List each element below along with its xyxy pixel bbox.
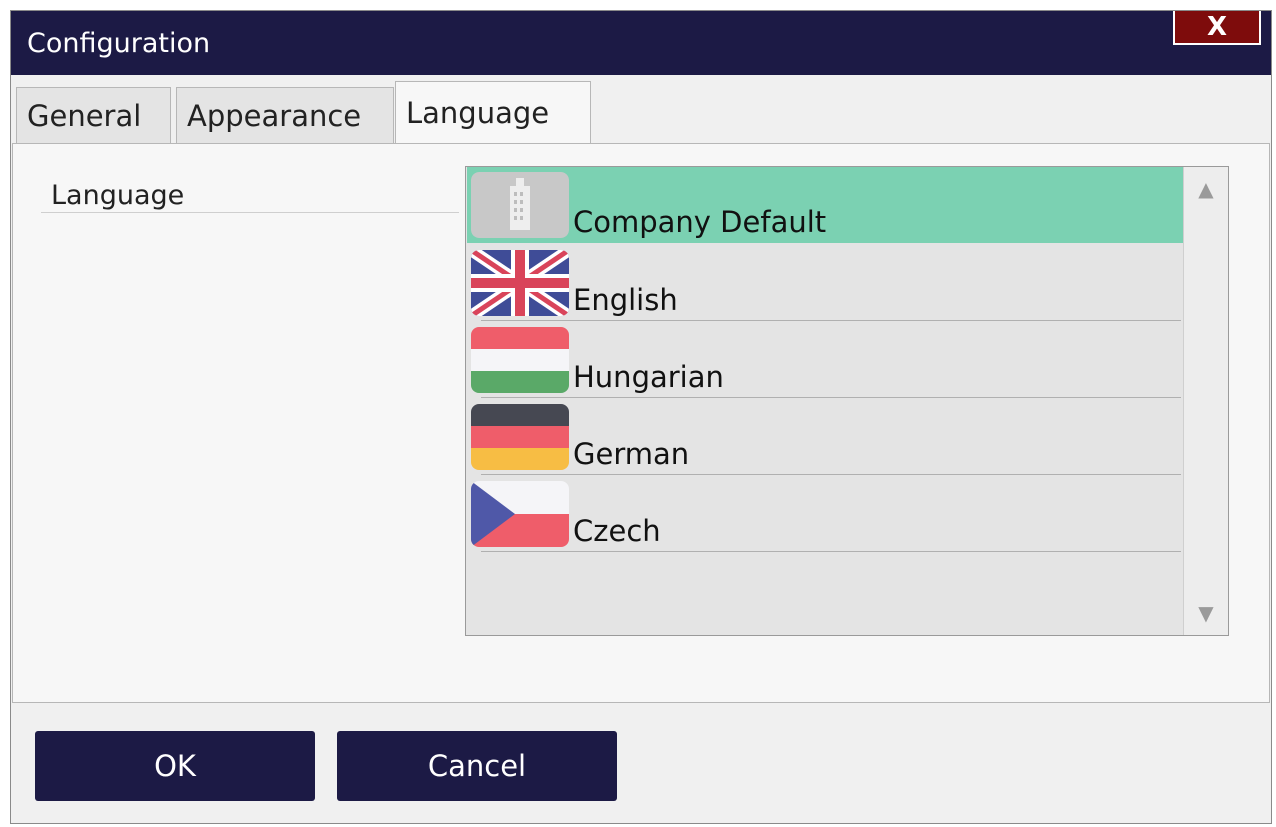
scroll-down-arrow-icon[interactable]: ▼ — [1184, 591, 1228, 635]
language-option-german[interactable]: German — [467, 399, 1183, 475]
language-panel: Language Company Default English Hungari… — [12, 143, 1270, 703]
language-option-label: Hungarian — [573, 360, 724, 394]
close-button[interactable]: X — [1173, 11, 1261, 45]
language-listbox[interactable]: Company Default English Hungarian German… — [465, 166, 1229, 636]
configuration-dialog: Configuration X General Appearance Langu… — [10, 10, 1272, 824]
scroll-up-arrow-icon[interactable]: ▲ — [1184, 167, 1228, 211]
item-divider — [481, 397, 1181, 398]
language-option-company-default[interactable]: Company Default — [467, 167, 1183, 243]
tab-appearance-label: Appearance — [187, 98, 362, 133]
building-icon — [471, 172, 569, 238]
item-divider — [481, 474, 1181, 475]
language-option-label: Czech — [573, 514, 661, 548]
uk-flag-icon — [471, 250, 569, 316]
language-option-label: English — [573, 283, 678, 317]
tab-language[interactable]: Language — [395, 81, 591, 143]
window-title: Configuration — [27, 28, 211, 59]
language-option-english[interactable]: English — [467, 245, 1183, 321]
tab-general-label: General — [27, 98, 142, 133]
cancel-button-label: Cancel — [427, 749, 527, 783]
language-option-hungarian[interactable]: Hungarian — [467, 322, 1183, 398]
ok-button[interactable]: OK — [35, 731, 315, 801]
tab-general[interactable]: General — [16, 87, 171, 143]
close-icon: X — [1206, 12, 1228, 42]
czech-flag-icon — [471, 481, 569, 547]
field-divider — [41, 212, 459, 213]
language-option-czech[interactable]: Czech — [467, 476, 1183, 552]
listbox-scrollbar[interactable]: ▲ ▼ — [1183, 167, 1228, 635]
language-field-label: Language — [51, 180, 185, 211]
item-divider — [481, 320, 1181, 321]
germany-flag-icon — [471, 404, 569, 470]
language-option-label: Company Default — [573, 205, 827, 239]
tab-appearance[interactable]: Appearance — [176, 87, 394, 143]
language-option-label: German — [573, 437, 690, 471]
cancel-button[interactable]: Cancel — [337, 731, 617, 801]
ok-button-label: OK — [154, 749, 196, 783]
title-bar[interactable]: Configuration X — [11, 11, 1271, 75]
hungary-flag-icon — [471, 327, 569, 393]
item-divider — [481, 551, 1181, 552]
tab-language-label: Language — [406, 95, 550, 130]
